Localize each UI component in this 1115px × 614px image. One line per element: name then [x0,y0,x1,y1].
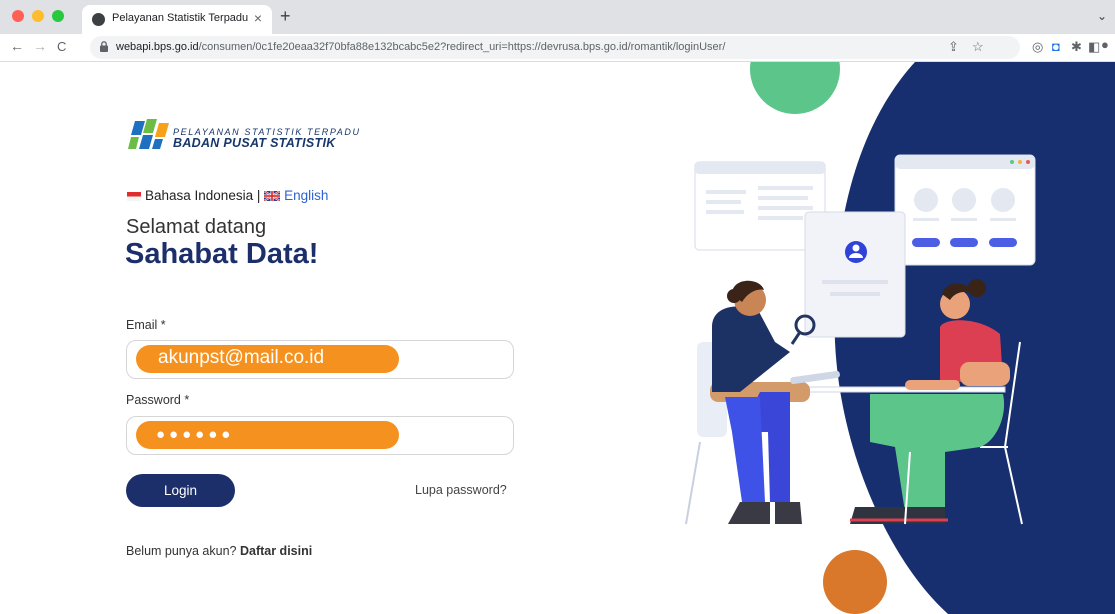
profile-avatar-icon[interactable]: ● [1101,37,1109,52]
screen-extension-icon[interactable]: ◘ [1052,39,1060,54]
share-icon[interactable]: ⇪ [948,39,959,55]
url-path: /consumen/0c1fe20eaa32f70bfa88e132bcabc5… [198,41,726,53]
url-text: webapi.bps.go.id/consumen/0c1fe20eaa32f7… [116,41,725,53]
maximize-window-button[interactable] [52,10,64,22]
email-label: Email * [126,318,166,332]
language-switcher: Bahasa Indonesia | English [127,188,328,203]
indonesia-flag-icon [127,192,141,201]
language-english-link[interactable]: English [284,188,328,203]
logo-title: BADAN PUSAT STATISTIK [173,136,336,150]
address-bar[interactable]: webapi.bps.go.id/consumen/0c1fe20eaa32f7… [90,36,1020,59]
forgot-password-link[interactable]: Lupa password? [415,483,507,497]
bps-logo-mark-icon [128,119,169,149]
browser-tab[interactable]: Pelayanan Statistik Terpadu × [82,5,272,34]
extensions-puzzle-icon[interactable]: ✱ [1071,39,1082,55]
password-value: ●●●●●● [156,426,235,443]
url-host: webapi.bps.go.id [116,41,199,53]
orange-circle-decoration [823,550,887,614]
back-arrow-icon[interactable]: ← [10,38,24,54]
signup-prompt-text: Belum punya akun? [126,544,240,558]
password-highlight: ●●●●●● [136,421,399,449]
globe-icon [92,13,105,26]
tab-title: Pelayanan Statistik Terpadu [112,12,249,24]
bps-logo: PELAYANAN STATISTIK TERPADU BADAN PUSAT … [125,115,359,158]
language-separator: | [253,188,265,203]
welcome-text: Selamat datang [126,216,267,238]
uk-flag-icon [264,191,281,201]
green-circle-decoration [750,62,840,114]
lock-icon [100,41,108,52]
forward-arrow-icon[interactable]: → [33,38,47,54]
bookmark-star-icon[interactable]: ☆ [972,39,984,55]
reload-icon[interactable]: C [57,39,66,54]
browser-tab-bar: Pelayanan Statistik Terpadu × + ⌄ [0,0,1115,34]
email-highlight: akunpst@mail.co.id [136,345,399,373]
camera-extension-icon[interactable]: ◎ [1032,39,1043,55]
close-window-button[interactable] [12,10,24,22]
new-tab-button[interactable]: + [280,6,291,27]
password-label: Password * [126,393,190,407]
password-field[interactable]: ●●●●●● [126,416,514,455]
minimize-window-button[interactable] [32,10,44,22]
signup-prompt: Belum punya akun? Daftar disini [126,544,312,558]
tab-close-button[interactable]: × [254,10,262,26]
tab-search-button[interactable]: ⌄ [1097,9,1107,23]
email-field[interactable]: akunpst@mail.co.id [126,340,514,379]
side-panel-icon[interactable]: ◧ [1088,39,1100,55]
login-page: PELAYANAN STATISTIK TERPADU BADAN PUSAT … [0,62,1115,614]
email-value: akunpst@mail.co.id [158,347,325,368]
browser-toolbar: ← → C webapi.bps.go.id/consumen/0c1fe20e… [0,34,1115,62]
page-title: Sahabat Data! [125,238,319,270]
language-indonesian-link[interactable]: Bahasa Indonesia [145,188,253,203]
login-button[interactable]: Login [126,474,235,507]
signup-link[interactable]: Daftar disini [240,544,312,558]
